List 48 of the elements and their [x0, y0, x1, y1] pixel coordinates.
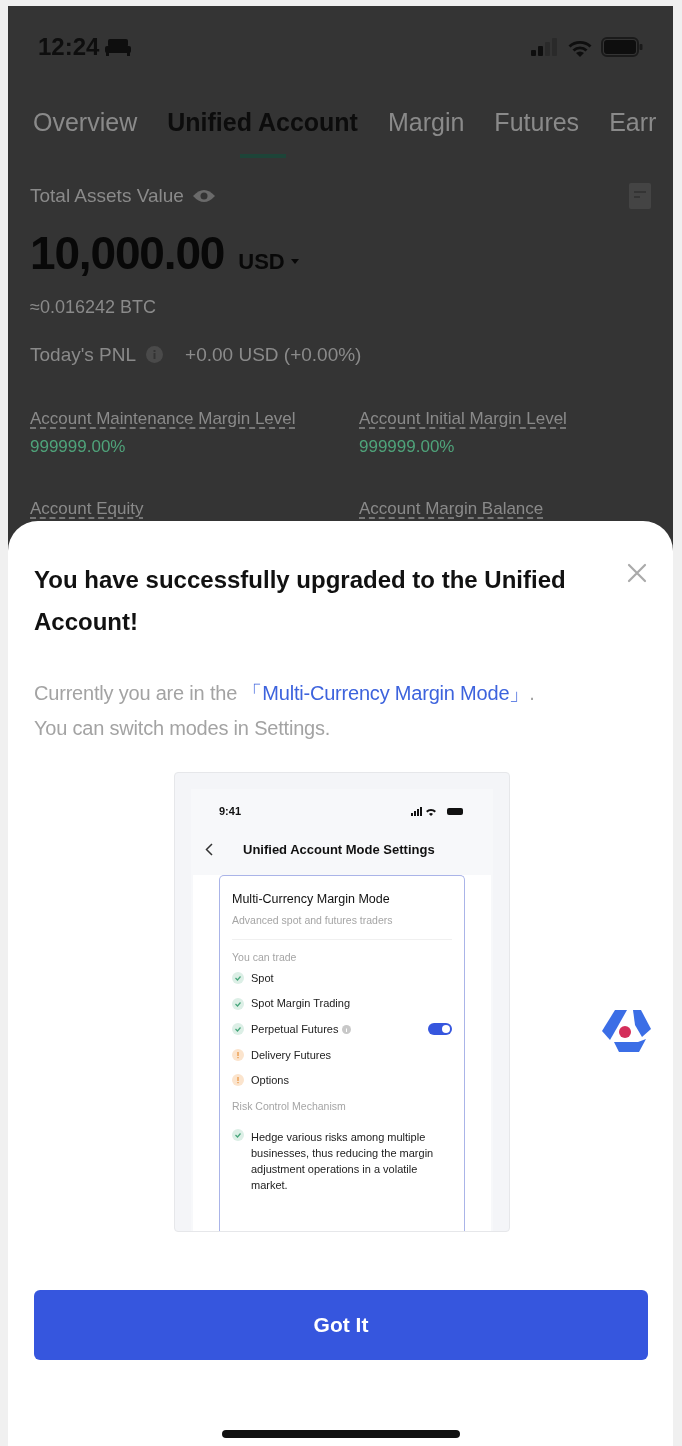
metric-label[interactable]: Account Maintenance Margin Level	[30, 406, 359, 432]
trade-item: Options	[251, 1073, 289, 1089]
trade-item: Delivery Futures	[251, 1047, 332, 1063]
trade-item: Spot Margin Trading	[251, 996, 351, 1012]
btc-equivalent: ≈0.016242 BTC	[30, 295, 157, 319]
metric-label[interactable]: Account Initial Margin Level	[359, 406, 651, 432]
signal-icon	[531, 38, 559, 56]
tab[interactable]: Futures	[494, 104, 580, 142]
toggle-switch[interactable]	[428, 1023, 452, 1036]
section-label: You can trade	[232, 949, 298, 965]
tab[interactable]: Margin	[387, 104, 465, 142]
check-icon	[232, 1023, 244, 1036]
caret-down-icon[interactable]	[290, 258, 299, 264]
risk-item: Hedge various risks among multiple businesses, thus reducing the margin adjustment operations in a volatile market.	[251, 1129, 435, 1193]
mode-subtitle: Advanced spot and futures traders	[232, 912, 452, 940]
metric-label[interactable]: Account Margin Balance	[359, 496, 651, 522]
trade-item: Spot	[251, 970, 274, 986]
pnl-label: Today's PNL	[30, 342, 137, 367]
dialog-message: Currently you are in the 「Multi-Currency Margin Mode」. You can switch modes in Settings.	[34, 681, 536, 741]
check-icon	[232, 997, 244, 1010]
tab[interactable]: Overview	[33, 104, 138, 142]
got-it-button[interactable]: Got It	[34, 1290, 648, 1360]
trade-item: Perpetual Futures	[251, 1022, 339, 1037]
battery-icon	[601, 37, 643, 57]
home-indicator[interactable]	[221, 1430, 460, 1438]
status-icons	[411, 806, 465, 816]
close-icon[interactable]	[627, 563, 647, 583]
metric-value: 999999.00%	[30, 435, 127, 458]
metric-value: 999999.00%	[359, 435, 456, 458]
pnl-value: +0.00 USD (+0.00%)	[185, 342, 362, 367]
info-icon[interactable]	[342, 1024, 352, 1034]
bed-icon	[105, 38, 132, 56]
mode-title: Multi-Currency Margin Mode	[232, 891, 391, 908]
total-assets-label: Total Assets Value	[30, 184, 184, 208]
eye-icon[interactable]	[191, 188, 216, 205]
tab[interactable]: Earr	[609, 104, 657, 142]
check-icon	[232, 1128, 244, 1141]
mock-screen-title: Unified Account Mode Settings	[243, 840, 435, 859]
back-icon[interactable]	[205, 842, 213, 856]
mode-link[interactable]: 「Multi-Currency Margin Mode」	[242, 682, 530, 704]
mock-status-time: 9:41	[219, 804, 242, 819]
logo-icon	[600, 1008, 652, 1054]
warning-icon	[232, 1074, 244, 1087]
check-icon	[232, 972, 244, 985]
dialog-title: You have successfully upgraded to the Unified Account!	[34, 565, 567, 637]
metric-label[interactable]: Account Equity	[30, 496, 359, 522]
section-label: Risk Control Mechanism	[232, 1099, 347, 1115]
warning-icon	[232, 1048, 244, 1061]
